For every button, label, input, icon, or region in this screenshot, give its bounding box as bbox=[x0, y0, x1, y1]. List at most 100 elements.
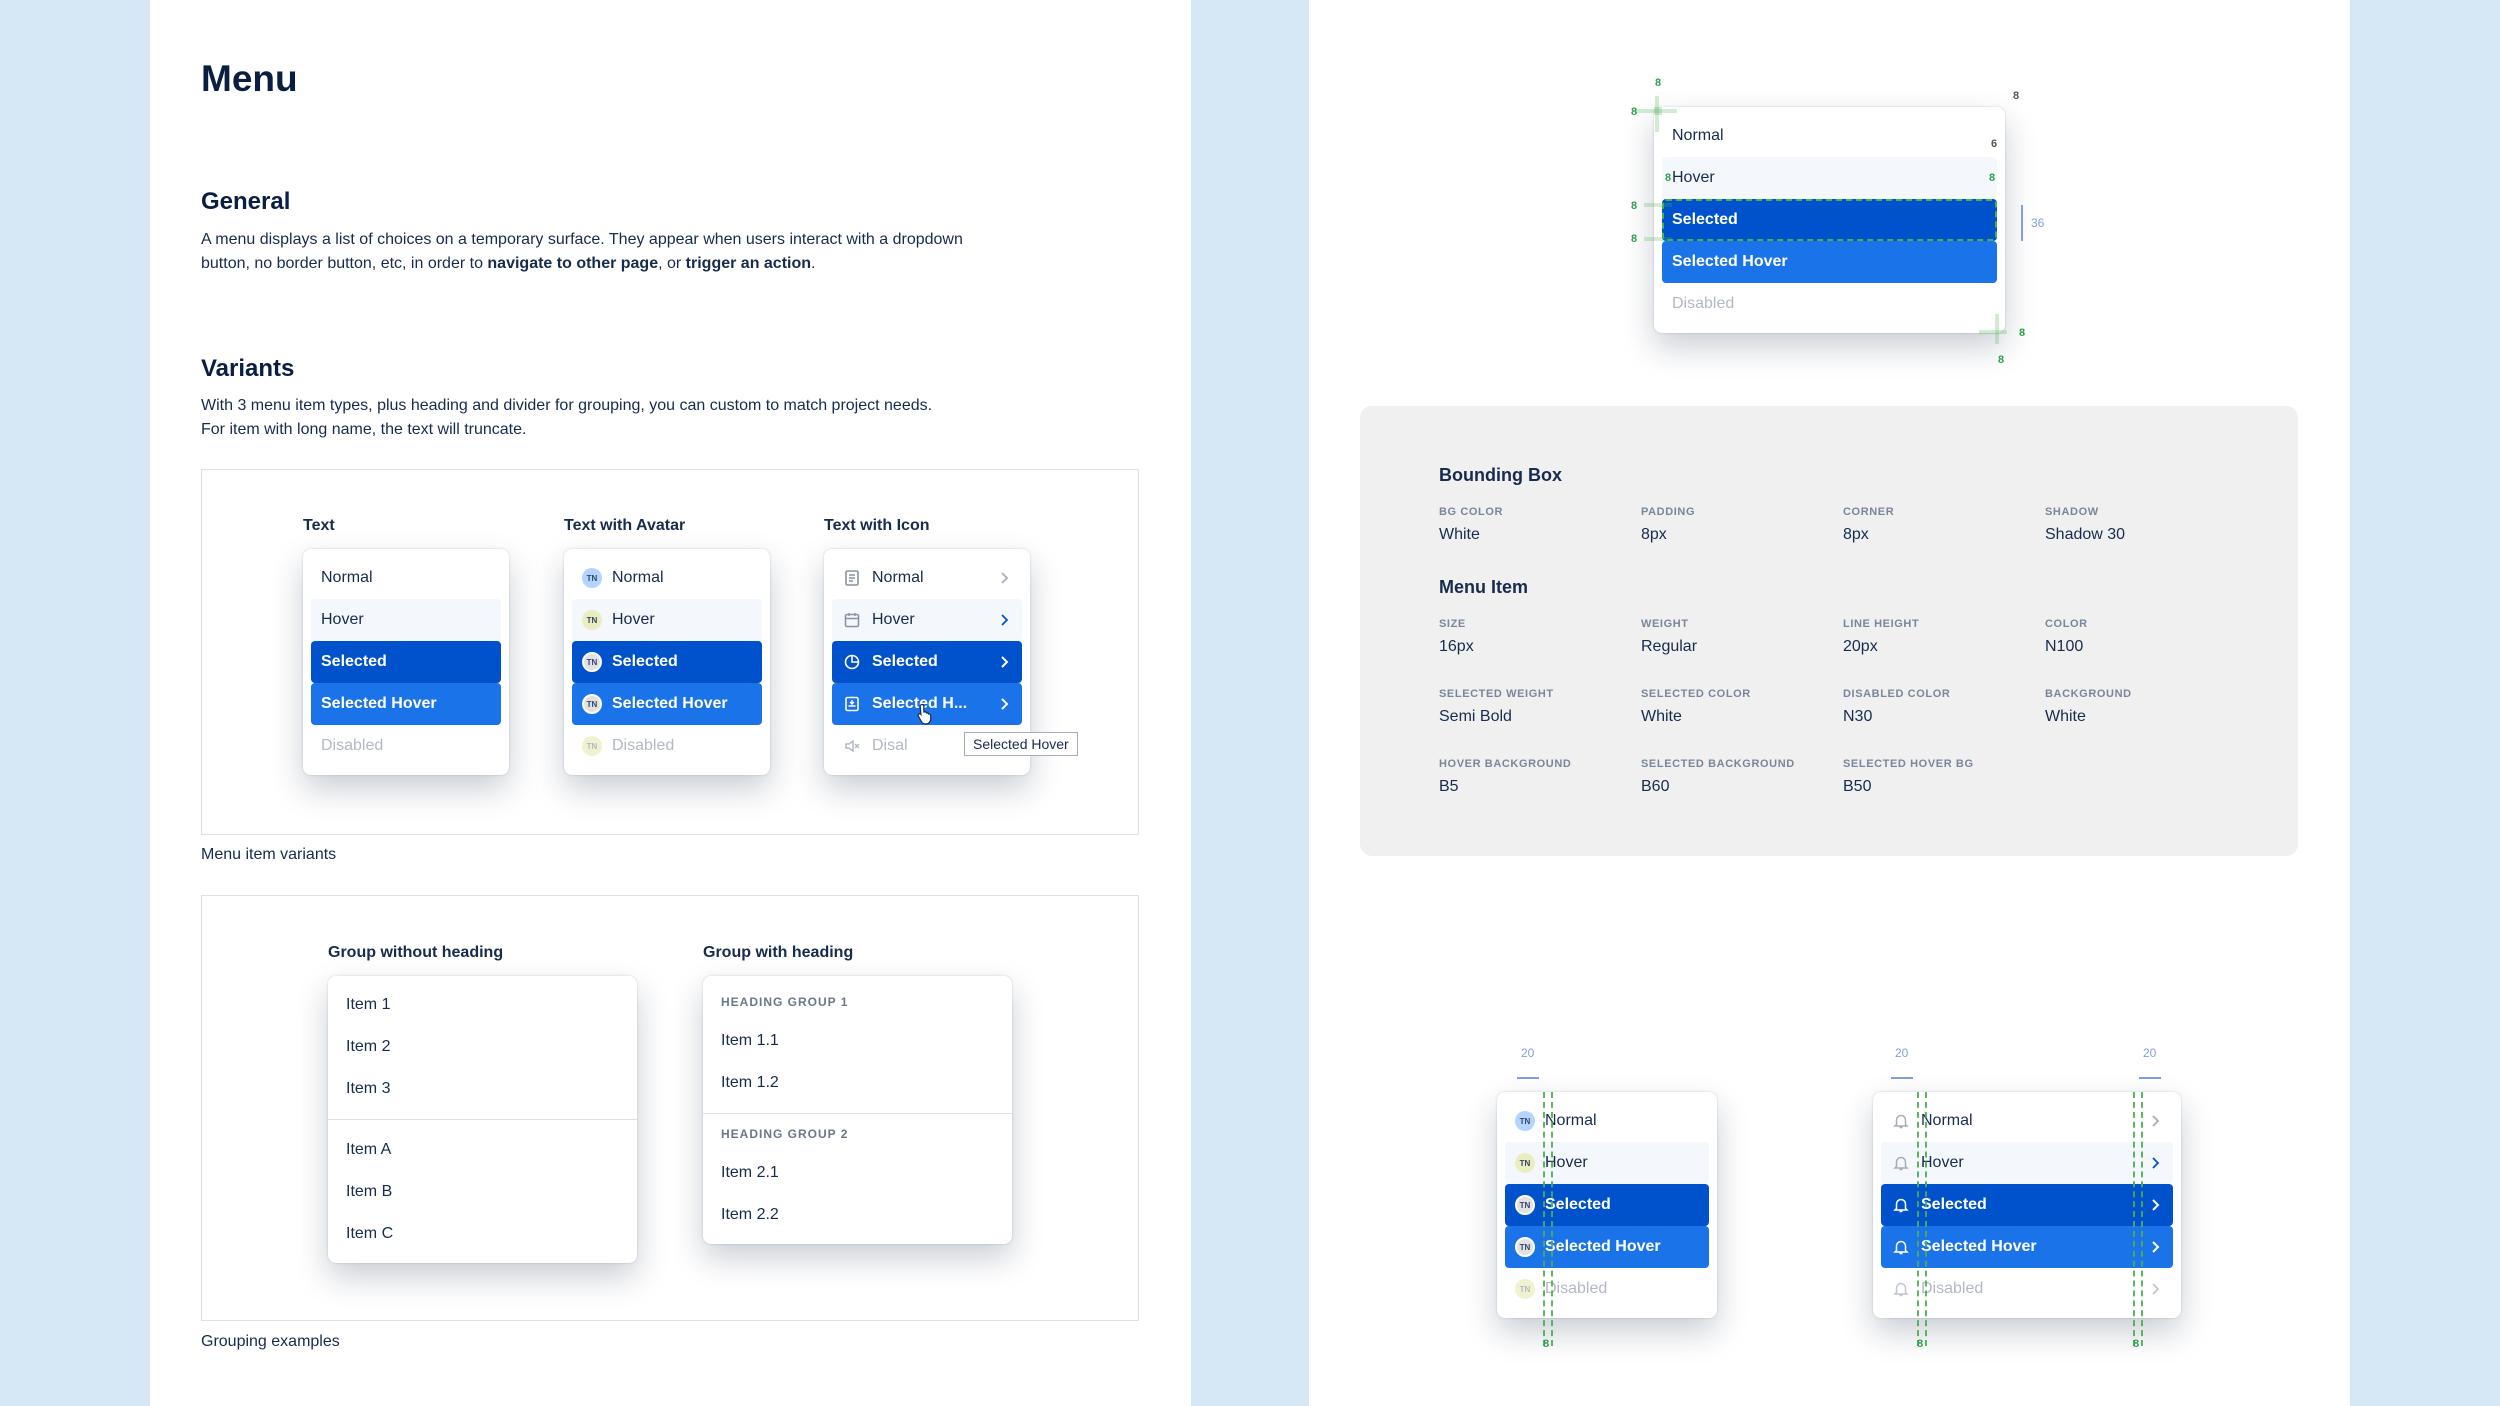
menu-item-hover[interactable]: Hover bbox=[832, 599, 1022, 641]
menu-item-normal[interactable]: TN Normal bbox=[572, 557, 762, 599]
spacing-guide bbox=[1551, 1092, 1553, 1346]
spec-field: SELECTED BACKGROUND B60 bbox=[1641, 758, 1795, 795]
calendar-icon bbox=[842, 610, 862, 630]
measure-label: 20 bbox=[1521, 1046, 1535, 1060]
menu-text: Normal Hover Selected Selected Hover Dis… bbox=[303, 549, 509, 775]
padding-marker bbox=[1655, 96, 1659, 132]
grouping-caption: Grouping examples bbox=[201, 1333, 340, 1350]
spacing-guide bbox=[2141, 1092, 2143, 1346]
menu-item-selected[interactable]: Selected bbox=[832, 641, 1022, 683]
variants-heading: Variants bbox=[201, 355, 295, 382]
menu-group-with-heading: HEADING GROUP 1 Item 1.1 Item 1.2 HEADIN… bbox=[703, 976, 1012, 1244]
menu-item-selected-hover[interactable]: Selected Hover bbox=[311, 683, 501, 725]
measure-label: 8 bbox=[1917, 1338, 1924, 1350]
chevron-right-icon bbox=[1001, 614, 1009, 626]
bounding-box-heading: Bounding Box bbox=[1439, 465, 1562, 485]
menu-item-normal: Normal bbox=[1672, 127, 1724, 144]
bell-icon bbox=[1891, 1195, 1911, 1215]
tooltip: Selected Hover bbox=[964, 732, 1078, 756]
spec-field: SELECTED HOVER BG B50 bbox=[1843, 758, 1974, 795]
bell-icon bbox=[1891, 1111, 1911, 1131]
bell-icon bbox=[1891, 1237, 1911, 1257]
variants-caption: Menu item variants bbox=[201, 846, 337, 863]
spec-field: SELECTED COLOR White bbox=[1641, 688, 1751, 725]
menu-item-selected-hover[interactable]: TN Selected Hover bbox=[572, 683, 762, 725]
group-without-heading-label: Group without heading bbox=[328, 944, 504, 961]
list-item[interactable]: Item 2 bbox=[336, 1026, 629, 1068]
measure-label: 8 bbox=[1543, 1338, 1550, 1350]
measure-label: 8 bbox=[1631, 233, 1638, 245]
measure-label: 20 bbox=[2143, 1046, 2157, 1060]
measure-label: 8 bbox=[1665, 172, 1672, 184]
chevron-right-icon bbox=[1001, 698, 1009, 710]
list-item[interactable]: Item 2.1 bbox=[711, 1152, 1004, 1194]
measure-label: 6 bbox=[1991, 138, 1998, 150]
inbox-icon bbox=[842, 694, 862, 714]
width-marker bbox=[1517, 1077, 1539, 1079]
variant-label-avatar: Text with Avatar bbox=[564, 517, 686, 534]
general-description: A menu displays a list of choices on a t… bbox=[201, 231, 963, 272]
measure-label: 36 bbox=[2031, 216, 2045, 230]
measure-label: 8 bbox=[1655, 77, 1662, 89]
measure-label: 8 bbox=[2133, 1338, 2140, 1350]
menu-item-disabled: Disabled bbox=[1672, 295, 1735, 312]
menu-item-disabled: Disabled bbox=[321, 737, 384, 754]
avatar: TN bbox=[582, 568, 602, 588]
menu-item-hover[interactable]: TN Hover bbox=[572, 599, 762, 641]
avatar-spacing-menu: TN Normal TN Hover TN Selected TN Selected H… bbox=[1497, 1092, 1717, 1318]
spec-field: PADDING 8px bbox=[1641, 506, 1696, 543]
grouping-demo-frame: Group without heading Group with heading… bbox=[201, 895, 1139, 1321]
avatar: TN bbox=[1515, 1111, 1535, 1131]
menu-item-disabled: TN Disabled bbox=[572, 725, 762, 767]
chevron-right-icon bbox=[2152, 1157, 2160, 1169]
mute-icon bbox=[842, 736, 862, 756]
spec-panel: Normal Hover Selected Selected Hover Dis… bbox=[1309, 0, 2350, 1406]
spec-field: DISABLED COLOR N30 bbox=[1843, 688, 1951, 725]
list-item[interactable]: Item 3 bbox=[336, 1068, 629, 1110]
measure-label: 8 bbox=[1989, 172, 1996, 184]
spec-field: COLOR N100 bbox=[2045, 618, 2088, 655]
list-item[interactable]: Item 1.1 bbox=[711, 1020, 1004, 1062]
spec-field: SHADOW Shadow 30 bbox=[2045, 506, 2126, 543]
menu-item-hover[interactable]: Hover bbox=[311, 599, 501, 641]
menu-item-selected: Selected bbox=[1662, 199, 1997, 241]
spec-field: BACKGROUND White bbox=[2045, 688, 2132, 725]
spec-field: CORNER 8px bbox=[1843, 506, 1895, 543]
spec-table: Bounding Box BG COLOR White PADDING 8px CO… bbox=[1360, 406, 2298, 856]
bell-icon bbox=[1891, 1153, 1911, 1173]
variant-label-text: Text bbox=[303, 517, 335, 534]
menu-item-selected[interactable]: Selected bbox=[311, 641, 501, 683]
menu-item-selected[interactable]: TN Selected bbox=[572, 641, 762, 683]
padding-marker bbox=[1979, 330, 2007, 334]
padding-marker bbox=[1995, 314, 1999, 344]
menu-item-hover: Hover bbox=[1662, 157, 1997, 199]
general-heading: General bbox=[201, 188, 291, 215]
list-item[interactable]: Item 1.2 bbox=[711, 1062, 1004, 1104]
documentation-panel: Menu General A menu displays a list of c… bbox=[150, 0, 1191, 1406]
group-heading: HEADING GROUP 2 bbox=[721, 1127, 849, 1141]
list-item[interactable]: Item C bbox=[336, 1213, 629, 1255]
variant-label-icon: Text with Icon bbox=[824, 517, 930, 534]
menu-item-normal[interactable]: Normal bbox=[311, 557, 501, 599]
list-item[interactable]: Item A bbox=[336, 1129, 629, 1171]
avatar: TN bbox=[1515, 1279, 1535, 1299]
list-item[interactable]: Item 2.2 bbox=[711, 1194, 1004, 1236]
avatar: TN bbox=[1515, 1195, 1535, 1215]
menu-item-hover: TN Hover bbox=[1505, 1142, 1709, 1184]
list-item[interactable]: Item B bbox=[336, 1171, 629, 1213]
width-marker bbox=[1891, 1077, 1913, 1079]
height-marker bbox=[2021, 205, 2023, 241]
avatar: TN bbox=[582, 652, 602, 672]
divider bbox=[328, 1119, 637, 1120]
spacing-guide bbox=[1543, 1092, 1545, 1346]
padding-marker bbox=[1644, 203, 1672, 207]
menu-item-normal[interactable]: Normal bbox=[832, 557, 1022, 599]
spec-field: SELECTED WEIGHT Semi Bold bbox=[1439, 688, 1554, 725]
spec-field: WEIGHT Regular bbox=[1641, 618, 1698, 655]
divider bbox=[703, 1113, 1012, 1114]
list-item[interactable]: Item 1 bbox=[336, 984, 629, 1026]
spacing-guide bbox=[1917, 1092, 1919, 1346]
spacing-guide bbox=[2133, 1092, 2135, 1346]
menu-item-heading: Menu Item bbox=[1439, 577, 1529, 597]
group-heading: HEADING GROUP 1 bbox=[721, 995, 849, 1009]
